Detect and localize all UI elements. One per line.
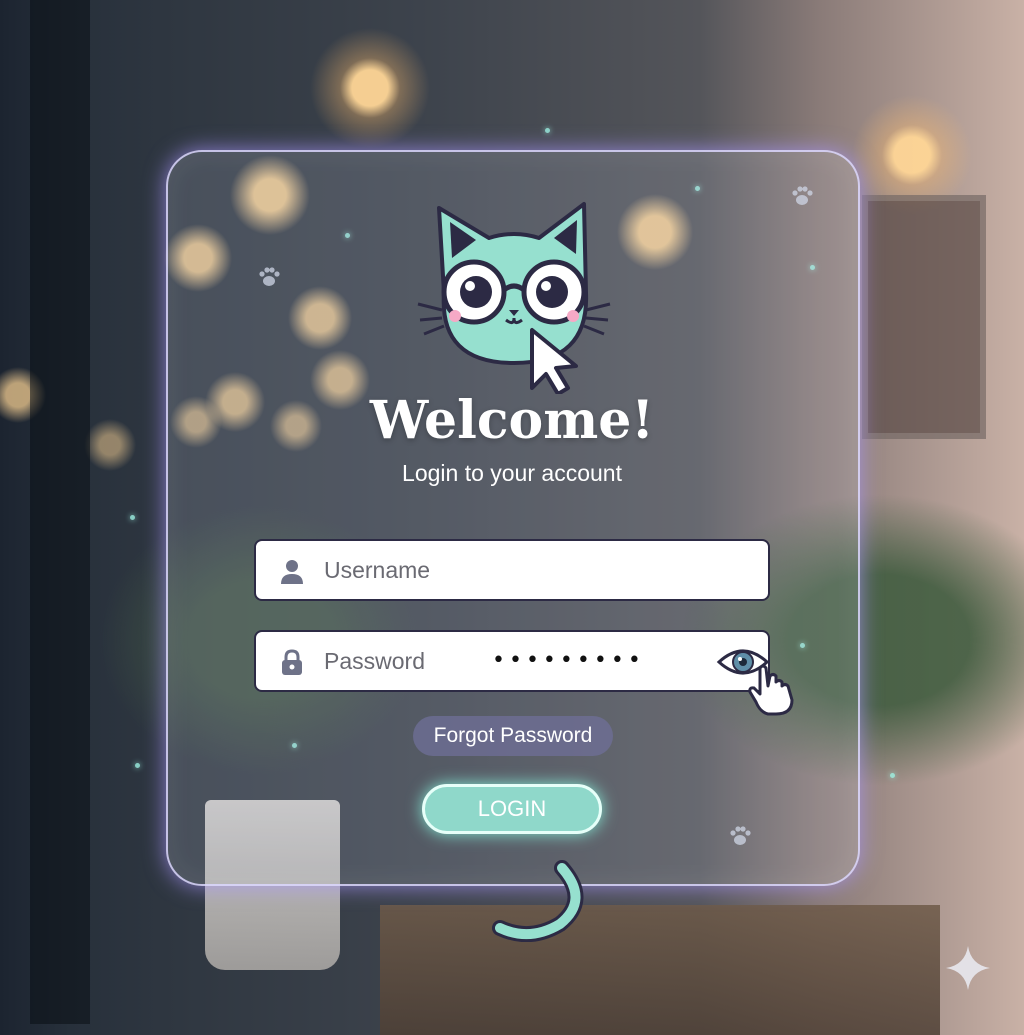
glow-particle: [135, 763, 140, 768]
glow-particle: [545, 128, 550, 133]
cat-tail-decoration: [492, 860, 584, 942]
paw-print-icon: [730, 826, 751, 845]
background-table: [380, 905, 940, 1035]
user-icon: [281, 560, 303, 584]
pointing-hand-icon: [748, 664, 794, 716]
glow-particle: [890, 773, 895, 778]
sparkle-icon: [946, 946, 990, 990]
background-pillar: [30, 0, 90, 1024]
login-subtitle: Login to your account: [402, 460, 622, 486]
cat-mascot-icon: [417, 202, 611, 394]
lock-icon: [282, 649, 302, 675]
password-masked-value: •••••••••: [492, 648, 645, 673]
paw-print-icon: [792, 186, 813, 205]
username-placeholder: Username: [324, 557, 431, 583]
paw-print-icon: [259, 267, 280, 286]
show-password-eye-icon[interactable]: [716, 642, 800, 718]
login-button[interactable]: LOGIN: [422, 784, 602, 834]
password-field[interactable]: Password •••••••••: [254, 630, 770, 692]
forgot-password-link[interactable]: Forgot Password: [413, 716, 613, 756]
welcome-title: Welcome!: [369, 390, 655, 451]
username-field[interactable]: Username: [254, 539, 770, 601]
glow-particle: [130, 515, 135, 520]
password-placeholder: Password: [324, 648, 425, 674]
